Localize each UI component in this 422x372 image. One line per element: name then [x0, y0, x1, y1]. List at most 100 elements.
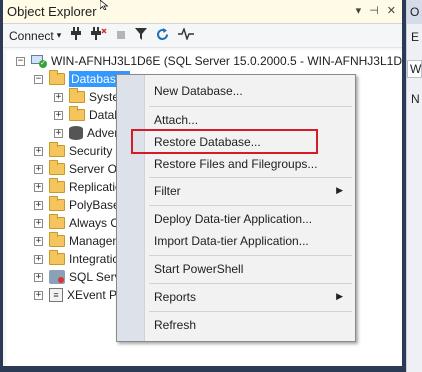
- tree-node-label: Integratic: [69, 252, 119, 266]
- folder-icon: [69, 106, 85, 121]
- tree-node-xevent-profiler[interactable]: + ≡ XEvent Pr: [34, 285, 121, 305]
- adjacent-panel-field[interactable]: W: [407, 60, 422, 78]
- folder-icon: [49, 232, 65, 247]
- auto-hide-pin-icon[interactable]: ⊣: [369, 4, 379, 17]
- tree-node-label: Managem: [69, 234, 123, 248]
- menu-item-reports[interactable]: Reports ▶: [145, 286, 355, 308]
- menu-item-refresh[interactable]: Refresh: [145, 314, 355, 336]
- adjacent-panel-title: O: [407, 0, 422, 24]
- expand-icon[interactable]: +: [54, 110, 63, 120]
- tree-node-label: Replicatio: [69, 180, 122, 194]
- window-position-icon[interactable]: ▾: [356, 4, 362, 17]
- menu-item-label: Attach...: [154, 113, 199, 127]
- adjacent-panel-text: N: [411, 92, 420, 106]
- tree-node-label: PolyBase: [69, 198, 120, 212]
- menu-separator: [149, 255, 352, 256]
- expand-icon[interactable]: +: [34, 164, 43, 174]
- context-menu: New Database... Attach... Restore Databa…: [116, 74, 356, 342]
- panel-titlebar: Object Explorer ▾ ⊣ ✕: [3, 0, 402, 24]
- tree-node-label: XEvent Pr: [67, 288, 122, 302]
- menu-item-start-powershell[interactable]: Start PowerShell: [145, 258, 355, 280]
- menu-item-label: Reports: [154, 290, 197, 304]
- expand-icon[interactable]: +: [34, 290, 43, 300]
- stop-icon[interactable]: [116, 28, 126, 43]
- tree-node-system-databases[interactable]: + Syster: [54, 87, 123, 107]
- database-icon: [69, 126, 83, 140]
- folder-icon: [49, 250, 65, 265]
- expand-icon[interactable]: +: [34, 182, 43, 192]
- expand-icon[interactable]: +: [54, 92, 63, 102]
- titlebar-buttons: ▾ ⊣ ✕: [356, 4, 396, 17]
- folder-icon: [49, 214, 65, 229]
- menu-item-label: Import Data-tier Application...: [154, 234, 309, 248]
- menu-item-new-database[interactable]: New Database...: [145, 80, 355, 102]
- folder-icon: [49, 142, 65, 157]
- menu-item-import-data-tier[interactable]: Import Data-tier Application...: [145, 230, 355, 252]
- connect-label: Connect: [9, 28, 54, 43]
- xevent-profiler-icon: ≡: [49, 288, 63, 302]
- tree-node-security[interactable]: + Security: [34, 141, 112, 161]
- menu-item-label: New Database...: [154, 84, 243, 98]
- folder-icon: [69, 88, 85, 103]
- tree-node-replication[interactable]: + Replicatio: [34, 177, 122, 197]
- filter-icon[interactable]: [135, 28, 148, 43]
- chevron-down-icon: ▾: [56, 30, 62, 40]
- disconnect-plug-icon[interactable]: [91, 27, 107, 44]
- restore-database-highlight: [131, 129, 318, 154]
- expand-icon[interactable]: +: [54, 128, 63, 138]
- folder-icon: [49, 160, 65, 175]
- mouse-cursor-icon: [100, 0, 109, 10]
- expand-icon[interactable]: +: [34, 200, 43, 210]
- menu-item-label: Restore Files and Filegroups...: [154, 157, 318, 171]
- sql-agent-icon: [49, 270, 65, 284]
- activity-monitor-icon[interactable]: [178, 26, 195, 43]
- menu-separator: [149, 106, 352, 107]
- tree-node-label: Adver: [87, 126, 119, 140]
- connect-plug-icon[interactable]: [70, 27, 82, 44]
- menu-separator: [149, 283, 352, 284]
- collapse-icon[interactable]: −: [34, 74, 43, 84]
- expand-icon[interactable]: +: [34, 272, 43, 282]
- tree-node-sql-server-agent[interactable]: + SQL Serve: [34, 267, 127, 287]
- tree-node-integration[interactable]: + Integratic: [34, 249, 118, 269]
- tree-node-polybase[interactable]: + PolyBase: [34, 195, 120, 215]
- close-icon[interactable]: ✕: [387, 4, 396, 17]
- tree-node-server[interactable]: − ✓ WIN-AFNHJ3L1D6E (SQL Server 15.0.200…: [16, 51, 422, 71]
- refresh-icon[interactable]: [156, 27, 169, 44]
- tree-node-adventureworks[interactable]: + Adver: [54, 123, 118, 143]
- server-connected-icon: ✓: [31, 54, 47, 68]
- oe-toolbar: Connect ▾: [3, 24, 402, 48]
- folder-icon: [49, 70, 65, 85]
- menu-item-deploy-data-tier[interactable]: Deploy Data-tier Application...: [145, 208, 355, 230]
- connect-button[interactable]: Connect ▾: [9, 29, 61, 43]
- menu-icon-gutter: [117, 75, 145, 341]
- tree-node-always-on[interactable]: + Always O: [34, 213, 120, 233]
- tree-node-label: Security: [69, 144, 113, 158]
- submenu-arrow-icon: ▶: [336, 291, 343, 301]
- submenu-arrow-icon: ▶: [336, 185, 343, 195]
- menu-item-filter[interactable]: Filter ▶: [145, 180, 355, 202]
- expand-icon[interactable]: +: [34, 236, 43, 246]
- server-label: WIN-AFNHJ3L1D6E (SQL Server 15.0.2000.5 …: [51, 54, 422, 68]
- menu-separator: [149, 177, 352, 178]
- expand-icon[interactable]: +: [34, 146, 43, 156]
- tree-node-label: Always O: [69, 216, 120, 230]
- menu-item-label: Filter: [154, 184, 181, 198]
- expand-icon[interactable]: +: [34, 254, 43, 264]
- menu-item-restore-files-filegroups[interactable]: Restore Files and Filegroups...: [145, 153, 355, 175]
- tree-node-server-objects[interactable]: + Server Ob: [34, 159, 124, 179]
- expand-icon[interactable]: +: [34, 218, 43, 228]
- menu-separator: [149, 205, 352, 206]
- panel-title: Object Explorer: [7, 4, 97, 19]
- tree-node-management[interactable]: + Managem: [34, 231, 122, 251]
- menu-item-label: Deploy Data-tier Application...: [154, 212, 313, 226]
- folder-icon: [49, 178, 65, 193]
- menu-item-attach[interactable]: Attach...: [145, 109, 355, 131]
- adjacent-panel: O E W N: [406, 0, 422, 372]
- tree-node-database-snapshots[interactable]: + Datab: [54, 105, 121, 125]
- folder-icon: [49, 196, 65, 211]
- collapse-icon[interactable]: −: [16, 56, 25, 66]
- menu-item-label: Start PowerShell: [154, 262, 244, 276]
- adjacent-panel-text: E: [411, 30, 420, 44]
- menu-separator: [149, 311, 352, 312]
